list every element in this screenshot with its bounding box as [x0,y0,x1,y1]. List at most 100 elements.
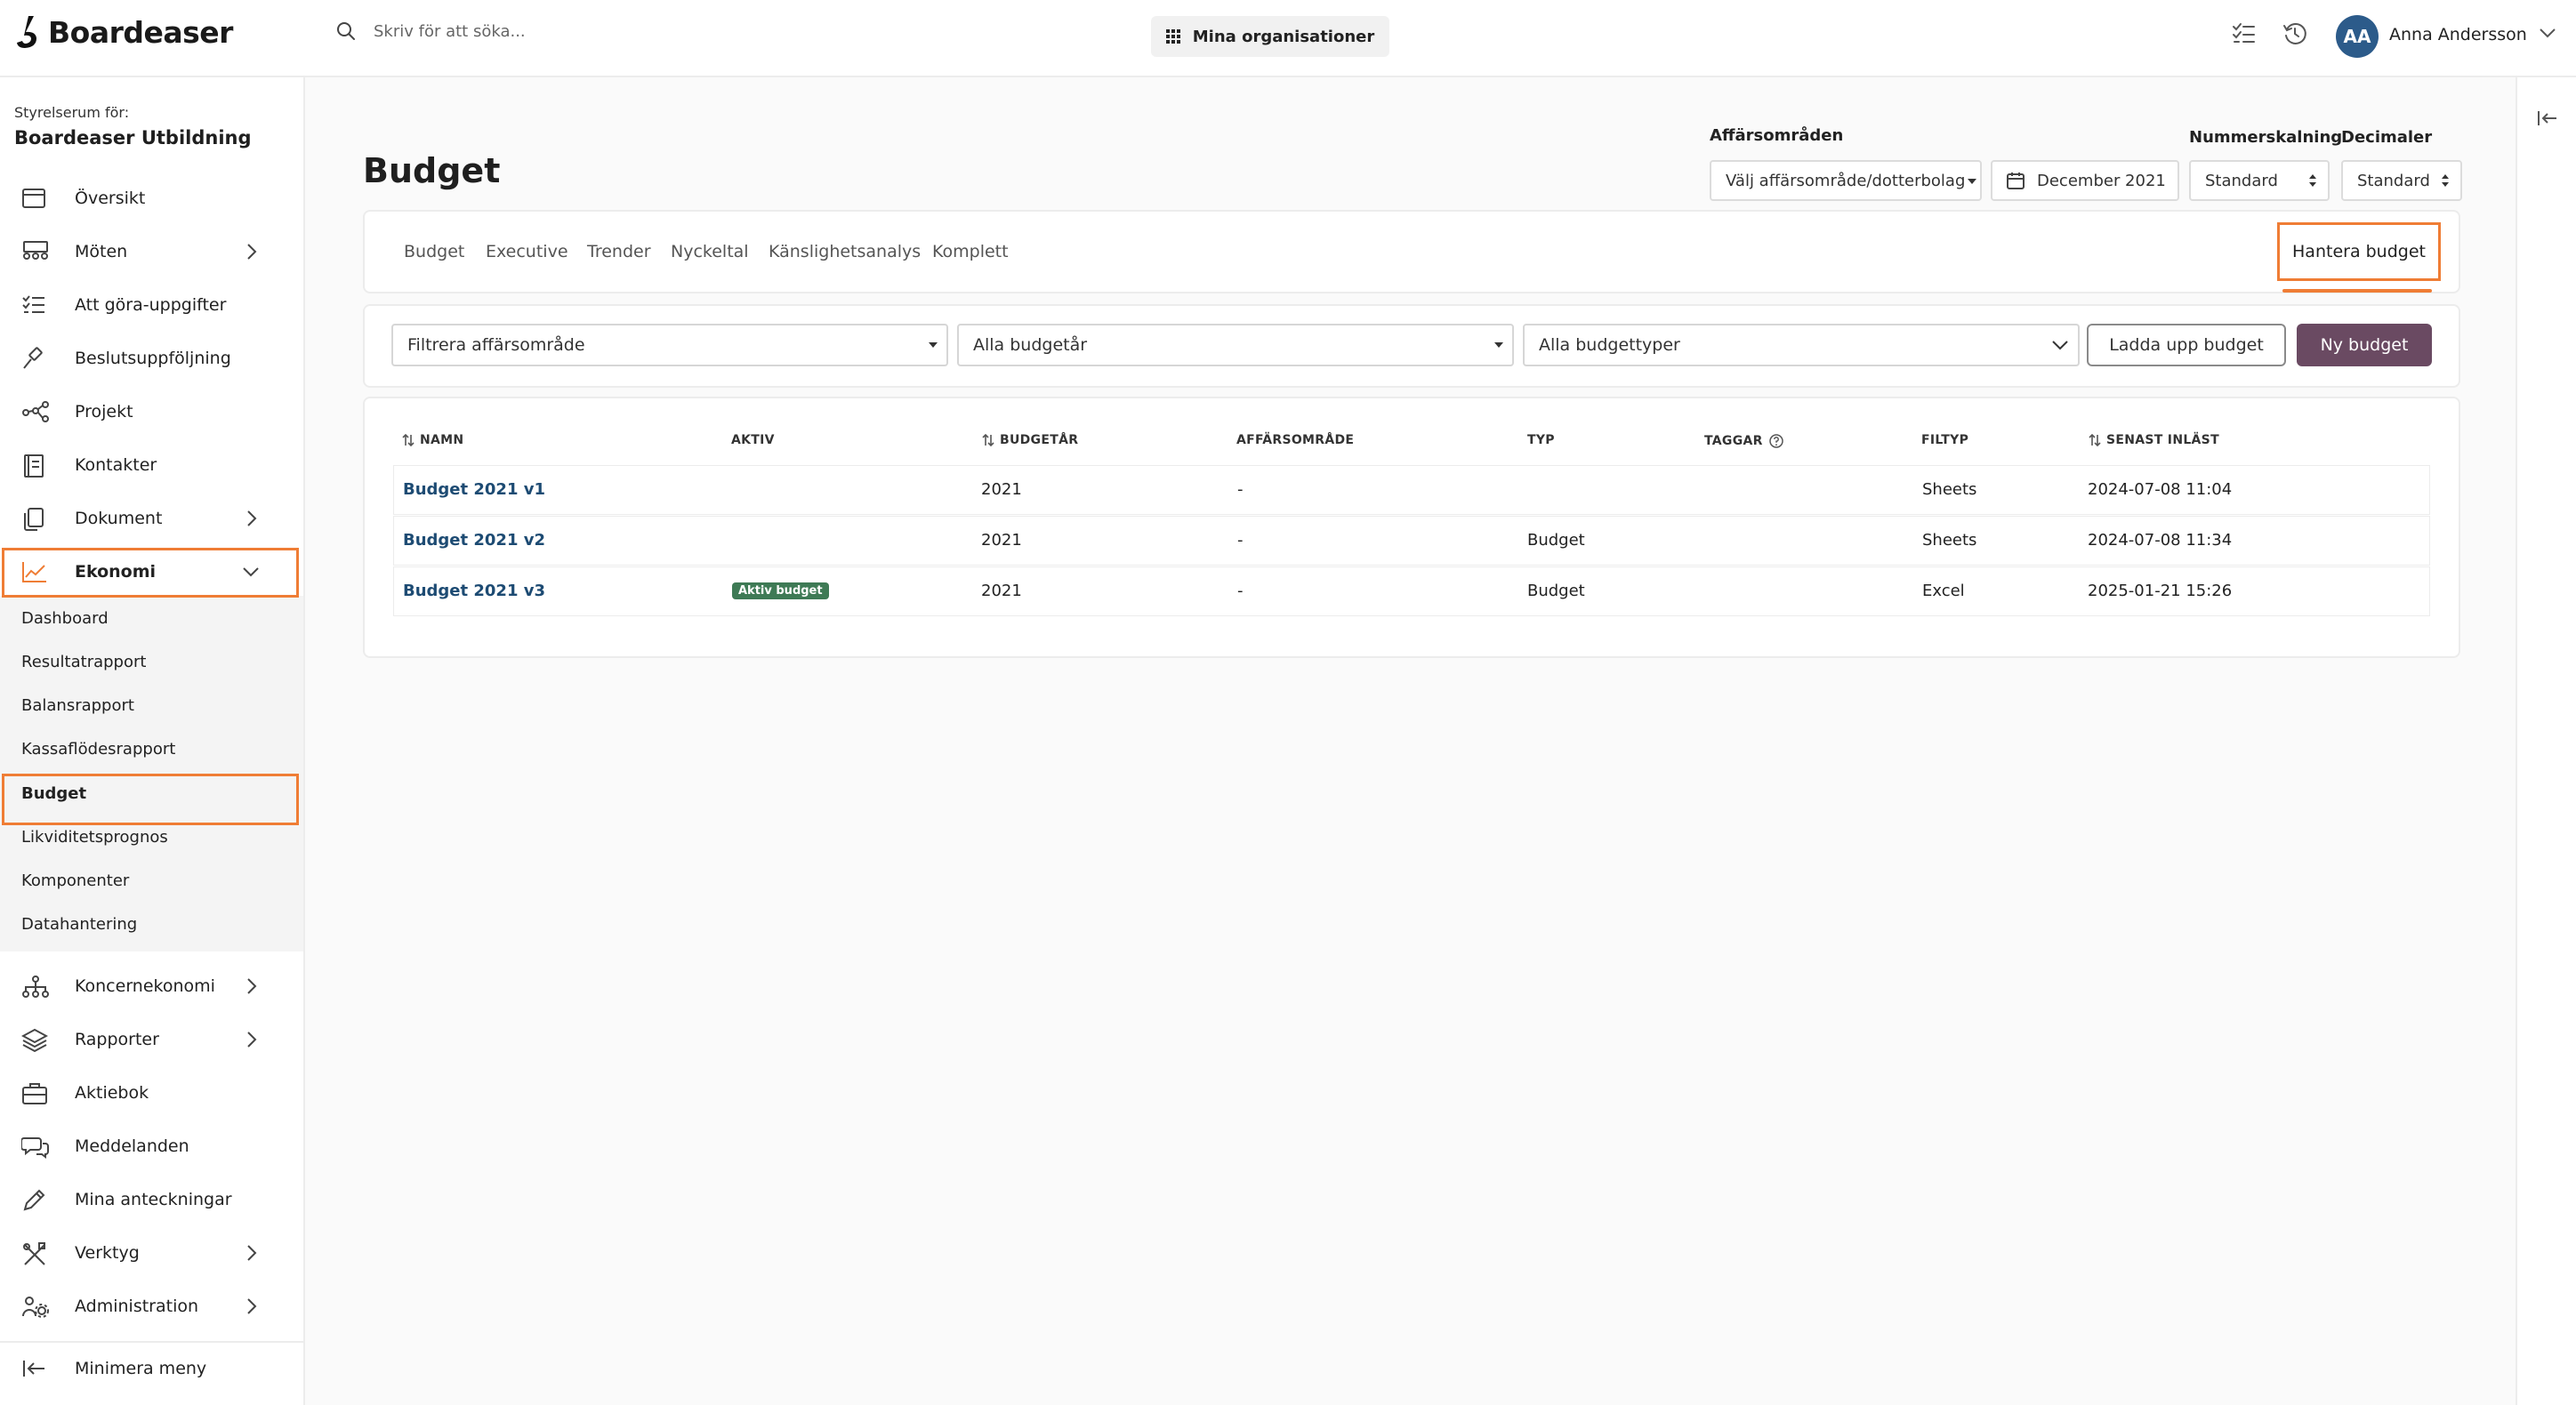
pencil-icon [21,1188,46,1213]
decimals-select[interactable]: Standard [2341,160,2462,201]
date-picker[interactable]: December 2021 [1991,160,2179,201]
budget-year: 2021 [981,582,1022,600]
new-budget-button[interactable]: Ny budget [2297,324,2432,366]
budget-type: Budget [1527,582,1585,600]
sidebar-item-label: Aktiebok [75,1083,149,1103]
budget-name-link[interactable]: Budget 2021 v1 [403,480,545,499]
minimize-menu-button[interactable]: Minimera meny [0,1344,302,1393]
submenu-item-dashboard[interactable]: Dashboard [0,596,301,640]
budget-filetype: Sheets [1922,480,1977,499]
sidebar-item-label: Ekonomi [75,562,157,582]
sidebar-item-projekt[interactable]: Projekt [0,387,302,437]
network-icon [21,400,50,423]
column-header-label: SENAST INLÄST [2106,433,2219,447]
chevron-down-icon [242,566,260,579]
tab-executive[interactable]: Executive [486,242,568,261]
tasks-icon[interactable] [2231,21,2256,46]
help-circle-icon[interactable] [1768,433,1784,449]
sidebar-item-beslutsuppfoljning[interactable]: Beslutsuppföljning [0,333,302,383]
tab-kanslighetsanalys[interactable]: Känslighetsanalys [769,242,921,261]
submenu-item-datahantering[interactable]: Datahantering [0,902,301,946]
my-organisations-button[interactable]: Mina organisationer [1151,16,1389,57]
sidebar-item-label: Administration [75,1297,199,1316]
column-header-label: BUDGETÅR [1000,433,1079,447]
caret-down-icon [1494,341,1503,349]
boardeaser-logo-icon [17,16,36,48]
active-budget-badge: Aktiv budget [732,582,829,599]
chat-icon [21,1135,50,1160]
sidebar-item-mina-anteckningar[interactable]: Mina anteckningar [0,1175,302,1224]
submenu-item-likviditetsprognos[interactable]: Likviditetsprognos [0,815,301,859]
area-select[interactable]: Välj affärsområde/dotterbolag [1710,160,1982,201]
column-header-filetype: FILTYP [1921,433,1969,447]
sort-caret-icon [2308,173,2317,189]
table-row[interactable]: Budget 2021 v2 2021 - Budget Sheets 2024… [393,516,2430,566]
table-row[interactable]: Budget 2021 v3 Aktiv budget 2021 - Budge… [393,566,2430,616]
search-input[interactable] [374,21,818,41]
active-tab-indicator [2282,289,2432,293]
area-filter-label: Affärsområden [1710,126,1844,145]
global-search [336,21,818,41]
tab-hantera-budget[interactable]: Hantera budget [2279,224,2439,279]
budget-year: 2021 [981,480,1022,499]
tab-trender[interactable]: Trender [587,242,651,261]
submenu-item-resultatrapport[interactable]: Resultatrapport [0,639,301,684]
sidebar-item-aktiebok[interactable]: Aktiebok [0,1068,302,1118]
sidebar-item-kontakter[interactable]: Kontakter [0,440,302,490]
type-filter-select[interactable]: Alla budgettyper [1523,324,2080,366]
sidebar-item-koncernekonomi[interactable]: Koncernekonomi [0,961,302,1011]
collapse-left-icon [21,1357,46,1380]
sidebar-item-label: Kontakter [75,455,157,475]
decimals-filter-label: Decimaler [2341,128,2433,147]
tab-komplett[interactable]: Komplett [932,242,1009,261]
documents-icon [21,507,46,532]
budget-filetype: Excel [1922,582,1965,600]
sidebar-item-moten[interactable]: Möten [0,227,302,277]
sidebar-item-rapporter[interactable]: Rapporter [0,1015,302,1064]
upload-budget-button[interactable]: Ladda upp budget [2087,324,2286,366]
sidebar-item-meddelanden[interactable]: Meddelanden [0,1121,302,1171]
year-filter-select[interactable]: Alla budgetår [957,324,1514,366]
right-panel-rail [2516,77,2576,1405]
sidebar-item-verktyg[interactable]: Verktyg [0,1228,302,1278]
sidebar-org-name: Boardeaser Utbildning [14,127,252,149]
chevron-down-icon[interactable] [2539,27,2556,39]
submenu-item-budget[interactable]: Budget [0,771,301,815]
column-header-loaded[interactable]: SENAST INLÄST [2089,433,2219,447]
column-header-name[interactable]: NAMN [402,433,463,447]
budget-name-link[interactable]: Budget 2021 v3 [403,582,545,600]
user-name[interactable]: Anna Andersson [2389,25,2527,44]
contacts-icon [21,454,46,478]
chevron-right-icon [246,1297,258,1315]
tab-nyckeltal[interactable]: Nyckeltal [671,242,749,261]
tools-icon [21,1241,48,1268]
scale-filter-label: Nummerskalning [2189,128,2343,147]
users-gear-icon [21,1295,50,1321]
column-header-label: TAGGAR [1704,434,1763,448]
sidebar-item-oversikt[interactable]: Översikt [0,173,302,223]
submenu-item-kassaflodesrapport[interactable]: Kassaflödesrapport [0,727,301,771]
sidebar-item-ekonomi[interactable]: Ekonomi [0,547,302,597]
top-bar: Boardeaser Mina organisationer [0,0,2576,77]
collapse-panel-icon[interactable] [2537,109,2558,127]
column-header-tags: TAGGAR [1704,433,1784,449]
sidebar-item-label: Beslutsuppföljning [75,349,231,368]
table-row[interactable]: Budget 2021 v1 2021 - Sheets 2024-07-08 … [393,465,2430,515]
avatar[interactable]: AA [2336,15,2379,58]
submenu-item-komponenter[interactable]: Komponenter [0,858,301,903]
column-header-year[interactable]: BUDGETÅR [982,433,1078,447]
boardeaser-logo[interactable]: Boardeaser [14,14,233,50]
submenu-item-balansrapport[interactable]: Balansrapport [0,683,301,727]
sidebar-item-att-gora-uppgifter[interactable]: Att göra-uppgifter [0,280,302,330]
history-icon[interactable] [2282,21,2307,46]
caret-down-icon [929,341,938,349]
tab-budget[interactable]: Budget [404,242,464,261]
sidebar-item-administration[interactable]: Administration [0,1281,302,1331]
budget-name-link[interactable]: Budget 2021 v2 [403,531,545,550]
area-filter-select[interactable]: Filtrera affärsområde [391,324,948,366]
number-scale-select[interactable]: Standard [2189,160,2330,201]
chevron-down-icon [2051,340,2069,352]
chevron-right-icon [246,1031,258,1048]
sidebar-item-label: Möten [75,242,128,261]
sidebar-item-dokument[interactable]: Dokument [0,494,302,543]
